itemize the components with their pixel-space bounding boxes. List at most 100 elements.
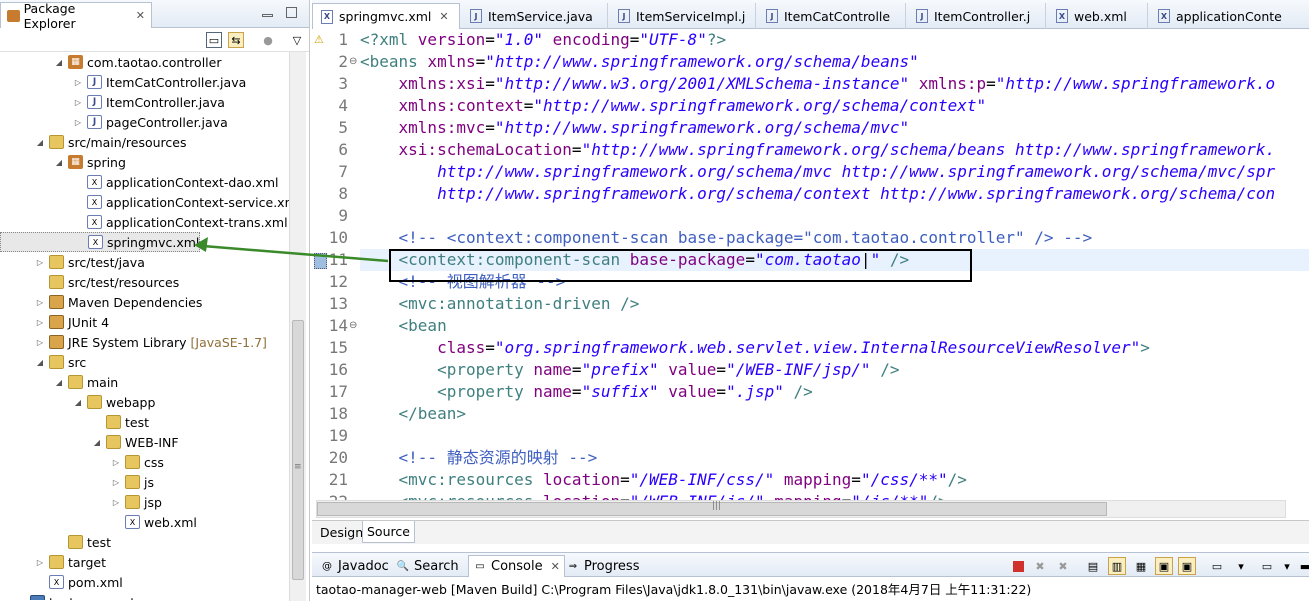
code-line[interactable]: xmlns:xsi="http://www.w3.org/2001/XMLSch… <box>360 73 1276 95</box>
editor-tab[interactable]: J ItemCatControlle <box>758 3 906 29</box>
word-wrap-icon[interactable]: ▦ <box>1132 557 1150 575</box>
chevron-down-icon[interactable]: ▾ <box>1278 557 1296 575</box>
collapsed-twisty-icon[interactable]: ▷ <box>109 478 123 487</box>
editor-tab[interactable]: Xweb.xml <box>1048 3 1148 29</box>
editor-tab[interactable]: XapplicationConte <box>1150 3 1309 29</box>
bottom-tab[interactable]: ▭ Console ✕ <box>468 555 565 577</box>
close-icon[interactable]: ✕ <box>136 9 145 22</box>
pin-console-icon[interactable]: ▭ <box>1208 557 1226 575</box>
minimize-icon[interactable]: ▬ <box>1296 557 1309 575</box>
editor-hscrollbar[interactable]: ||| <box>316 500 1286 518</box>
collapsed-twisty-icon[interactable]: ▷ <box>14 598 28 601</box>
tree-item[interactable]: ▷ JpageController.java <box>0 112 228 132</box>
tree-item[interactable]: ◢ src <box>0 352 86 372</box>
close-icon[interactable]: ✕ <box>551 560 560 573</box>
bottom-tab[interactable]: @ Javadoc <box>316 555 393 577</box>
editor-tab[interactable]: J ItemServiceImpl.j <box>610 3 756 29</box>
display-console-icon[interactable]: ▾ <box>1232 557 1250 575</box>
code-line[interactable]: <beans xmlns="http://www.springframework… <box>360 51 919 73</box>
view-menu-icon[interactable]: ▽ <box>289 32 305 48</box>
editor-tab[interactable]: J ItemService.java <box>462 3 608 29</box>
tree-item[interactable]: ▷ jsp <box>0 492 162 512</box>
tree-item[interactable]: ▷ Maven Dependencies <box>0 292 202 312</box>
focus-icon[interactable]: ● <box>260 32 276 48</box>
tree-item[interactable]: ▷ JUnit 4 <box>0 312 109 332</box>
expanded-twisty-icon[interactable]: ◢ <box>52 378 66 387</box>
tree-item[interactable]: Xspringmvc.xml <box>0 232 201 252</box>
tree-item[interactable]: ▷ J ItemController.java <box>0 92 225 112</box>
tab-source[interactable]: Source <box>362 521 415 543</box>
collapsed-twisty-icon[interactable]: ▷ <box>71 118 85 127</box>
expanded-twisty-icon[interactable]: ◢ <box>33 138 47 147</box>
fold-icon[interactable]: ⊖ <box>349 56 357 67</box>
console-output[interactable]: taotao-manager-web [Maven Build] C:\Prog… <box>312 577 1309 601</box>
collapsed-twisty-icon[interactable]: ▷ <box>33 558 47 567</box>
tree-item[interactable]: XapplicationContext-trans.xml <box>0 212 288 232</box>
code-line[interactable]: </bean> <box>360 403 466 425</box>
tree-item[interactable]: ▷ js <box>0 472 154 492</box>
scroll-lock-icon[interactable]: ▥ <box>1108 557 1126 575</box>
tree-item[interactable]: ◢ WEB-INF <box>0 432 179 452</box>
code-line[interactable]: http://www.springframework.org/schema/mv… <box>360 161 1275 183</box>
collapsed-twisty-icon[interactable]: ▷ <box>71 98 85 107</box>
tree-item[interactable]: ▷ JRE System Library [JavaSE-1.7] <box>0 332 267 352</box>
bottom-tab[interactable]: 🔍 Search <box>392 555 463 577</box>
code-line[interactable]: http://www.springframework.org/schema/co… <box>360 183 1275 205</box>
expanded-twisty-icon[interactable]: ◢ <box>52 158 66 167</box>
tree-item[interactable]: ◢ ▦ com.taotao.controller <box>0 52 222 72</box>
tree-item[interactable]: XapplicationContext-dao.xml <box>0 172 278 192</box>
tree-item[interactable]: ◢ src/main/resources <box>0 132 187 152</box>
code-line[interactable]: <?xml version="1.0" encoding="UTF-8"?> <box>360 29 726 51</box>
collapse-all-icon[interactable]: ▭ <box>206 32 222 48</box>
clear-console-icon[interactable]: ▤ <box>1084 557 1102 575</box>
code-line[interactable]: <mvc:resources location="/WEB-INF/css/" … <box>360 469 967 491</box>
expanded-twisty-icon[interactable]: ◢ <box>33 358 47 367</box>
tree-item[interactable]: XapplicationContext-service.xml <box>0 192 300 212</box>
tab-package-explorer[interactable]: Package Explorer ✕ <box>0 1 152 31</box>
tree-item[interactable]: test <box>0 532 111 552</box>
open-console-icon[interactable]: ▭ <box>1258 557 1276 575</box>
expanded-twisty-icon[interactable]: ◢ <box>71 398 85 407</box>
collapsed-twisty-icon[interactable]: ▷ <box>109 458 123 467</box>
bottom-tab[interactable]: ⇒ Progress <box>562 555 643 577</box>
code-line[interactable]: xmlns:context="http://www.springframewor… <box>360 95 987 117</box>
code-line[interactable]: <property name="suffix" value=".jsp" /> <box>360 381 813 403</box>
tree-item[interactable]: src/test/resources <box>0 272 179 292</box>
link-with-editor-icon[interactable]: ⇆ <box>228 32 244 48</box>
tree-item[interactable]: ◢ main <box>0 372 118 392</box>
tree-scrollbar-thumb[interactable] <box>292 320 304 580</box>
editor-tab[interactable]: Xspringmvc.xml ✕ <box>312 3 460 29</box>
collapsed-twisty-icon[interactable]: ▷ <box>33 338 47 347</box>
show-console-stderr-icon[interactable]: ▣ <box>1178 557 1196 575</box>
tree-item[interactable]: Xpom.xml <box>0 572 123 592</box>
minimize-icon[interactable] <box>262 14 273 17</box>
tab-design[interactable]: Design <box>316 521 367 543</box>
code-line[interactable]: <!-- <context:component-scan base-packag… <box>360 227 1093 249</box>
close-icon[interactable]: ✕ <box>439 10 448 23</box>
code-line[interactable]: xsi:schemaLocation="http://www.springfra… <box>360 139 1276 161</box>
tree-item[interactable]: ◢ webapp <box>0 392 155 412</box>
collapsed-twisty-icon[interactable]: ▷ <box>109 498 123 507</box>
code-line[interactable]: xmlns:mvc="http://www.springframework.or… <box>360 117 910 139</box>
tree-item[interactable]: test <box>0 412 149 432</box>
tree-item[interactable]: ▷ src/test/java <box>0 252 145 272</box>
tree-item[interactable]: ▷ css <box>0 452 164 472</box>
terminate-icon[interactable] <box>1009 557 1027 575</box>
collapsed-twisty-icon[interactable]: ▷ <box>33 258 47 267</box>
code-line[interactable]: <property name="prefix" value="/WEB-INF/… <box>360 359 899 381</box>
code-line[interactable]: <mvc:annotation-driven /> <box>360 293 640 315</box>
expanded-twisty-icon[interactable]: ◢ <box>52 58 66 67</box>
remove-launch-icon[interactable]: ✖ <box>1031 557 1049 575</box>
collapsed-twisty-icon[interactable]: ▷ <box>33 298 47 307</box>
remove-all-launches-icon[interactable]: ✖ <box>1054 557 1072 575</box>
code-line[interactable]: <bean <box>360 315 447 337</box>
tree-item[interactable]: Xweb.xml <box>0 512 197 532</box>
editor-tab[interactable]: J ItemController.j <box>908 3 1046 29</box>
tree-item[interactable]: ▷ target <box>0 552 106 572</box>
tree-item[interactable]: ◢ ▦ spring <box>0 152 126 172</box>
collapsed-twisty-icon[interactable]: ▷ <box>33 318 47 327</box>
expanded-twisty-icon[interactable]: ◢ <box>90 438 104 447</box>
maximize-icon[interactable] <box>286 7 297 18</box>
tree-scrollbar[interactable]: ≡ <box>289 52 306 601</box>
collapsed-twisty-icon[interactable]: ▷ <box>71 78 85 87</box>
